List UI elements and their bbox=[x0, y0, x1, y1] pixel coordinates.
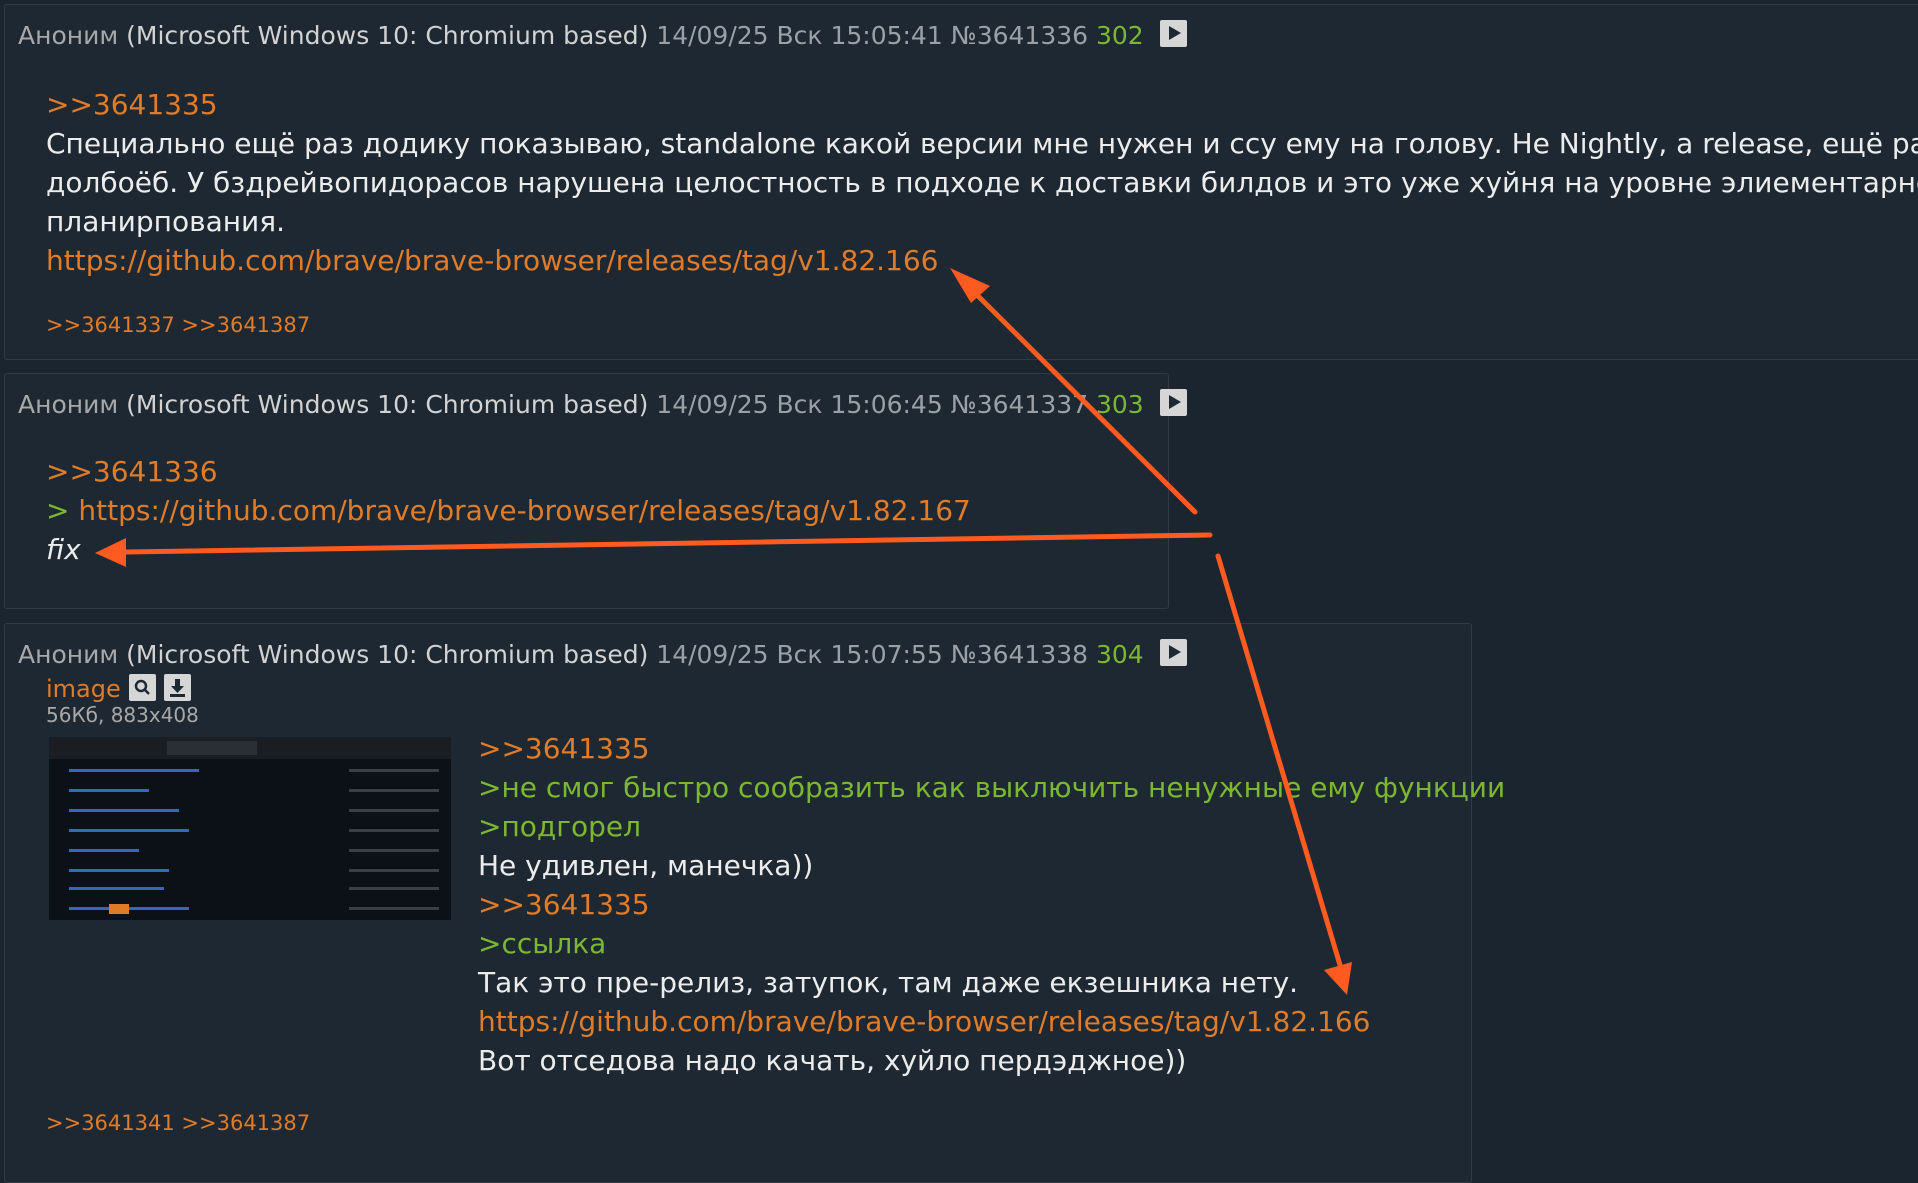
post-body: >>3641336 > https://github.com/brave/bra… bbox=[46, 452, 971, 569]
post-number[interactable]: №3641336 bbox=[951, 21, 1088, 50]
reply-link[interactable]: >>3641336 bbox=[46, 452, 971, 491]
post-3641336: Аноним (Microsoft Windows 10: Chromium b… bbox=[4, 4, 1918, 360]
author-name: Аноним bbox=[18, 640, 119, 669]
post-3641338: Аноним (Microsoft Windows 10: Chromium b… bbox=[4, 623, 1505, 1183]
post-index: 302 bbox=[1096, 21, 1144, 50]
post-text: долбоёб. У бздрейвопидорасов нарушена це… bbox=[46, 166, 1918, 199]
post-text: Специально ещё раз додику показываю, sta… bbox=[46, 127, 1918, 160]
os-info: (Microsoft Windows 10: Chromium based) bbox=[126, 390, 649, 419]
post-number[interactable]: №3641337 bbox=[951, 390, 1088, 419]
greentext: >не смог быстро сообразить как выключить… bbox=[478, 771, 1506, 804]
greentext: >подгорел bbox=[478, 810, 641, 843]
play-icon[interactable] bbox=[1159, 639, 1187, 666]
greentext: >ссылка bbox=[478, 927, 607, 960]
reply-ref[interactable]: >>3641337 bbox=[46, 313, 175, 337]
post-number[interactable]: №3641338 bbox=[951, 640, 1088, 669]
post-replies: >>3641337 >>3641387 bbox=[46, 313, 310, 337]
download-icon[interactable] bbox=[163, 674, 191, 701]
os-info: (Microsoft Windows 10: Chromium based) bbox=[126, 640, 649, 669]
github-link[interactable]: https://github.com/brave/brave-browser/r… bbox=[46, 241, 1918, 280]
author-name: Аноним bbox=[18, 21, 119, 50]
post-text: fix bbox=[46, 533, 81, 566]
post-text: Так это пре-релиз, затупок, там даже екз… bbox=[478, 966, 1299, 999]
search-icon[interactable] bbox=[128, 674, 156, 701]
play-icon[interactable] bbox=[1159, 389, 1187, 416]
image-link[interactable]: image bbox=[46, 675, 121, 703]
reply-link[interactable]: >>3641335 bbox=[478, 729, 1505, 768]
post-replies: >>3641341 >>3641387 bbox=[46, 1111, 310, 1135]
github-link[interactable]: https://github.com/brave/brave-browser/r… bbox=[478, 1002, 1505, 1041]
post-index: 303 bbox=[1096, 390, 1144, 419]
post-date: 14/09/25 Вск 15:06:45 bbox=[656, 390, 943, 419]
image-info: image 56Кб, 883x408 bbox=[46, 674, 199, 727]
post-3641337: Аноним (Microsoft Windows 10: Chromium b… bbox=[4, 373, 1187, 609]
reply-ref[interactable]: >>3641387 bbox=[181, 313, 310, 337]
post-header: Аноним (Microsoft Windows 10: Chromium b… bbox=[18, 19, 1187, 53]
post-date: 14/09/25 Вск 15:05:41 bbox=[656, 21, 943, 50]
image-thumbnail[interactable] bbox=[49, 737, 451, 920]
reply-link[interactable]: >>3641335 bbox=[46, 85, 1918, 124]
os-info: (Microsoft Windows 10: Chromium based) bbox=[126, 21, 649, 50]
post-index: 304 bbox=[1096, 640, 1144, 669]
play-icon[interactable] bbox=[1159, 20, 1187, 47]
reply-link[interactable]: >>3641335 bbox=[478, 885, 1505, 924]
quote-prefix: > bbox=[46, 494, 79, 527]
post-text: Не удивлен, манечка)) bbox=[478, 849, 814, 882]
post-date: 14/09/25 Вск 15:07:55 bbox=[656, 640, 943, 669]
post-text: планирпования. bbox=[46, 205, 285, 238]
post-body: >>3641335 >не смог быстро сообразить как… bbox=[478, 729, 1505, 1080]
author-name: Аноним bbox=[18, 390, 119, 419]
post-text: Вот отседова надо качать, хуйло пердэджн… bbox=[478, 1044, 1187, 1077]
reply-ref[interactable]: >>3641387 bbox=[181, 1111, 310, 1135]
github-link[interactable]: https://github.com/brave/brave-browser/r… bbox=[78, 494, 971, 527]
post-body: >>3641335 Специально ещё раз додику пока… bbox=[46, 85, 1918, 280]
post-header: Аноним (Microsoft Windows 10: Chromium b… bbox=[18, 388, 1187, 422]
post-header: Аноним (Microsoft Windows 10: Chromium b… bbox=[18, 638, 1187, 672]
reply-ref[interactable]: >>3641341 bbox=[46, 1111, 175, 1135]
image-meta: 56Кб, 883x408 bbox=[46, 703, 199, 727]
